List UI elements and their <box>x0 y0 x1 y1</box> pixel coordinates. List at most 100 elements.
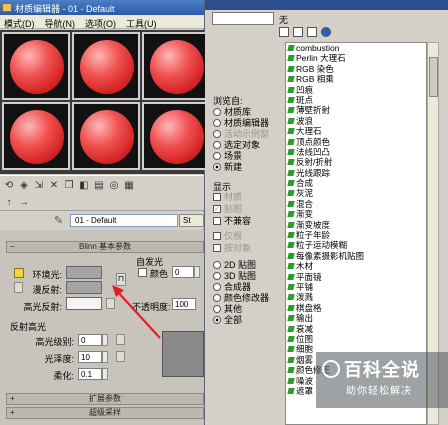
blinn-basic-params-rollout[interactable]: − Blinn 基本参数 <box>6 241 204 253</box>
map-list-item[interactable]: 平铺 <box>286 282 426 292</box>
radio-button[interactable] <box>213 304 221 313</box>
put-to-scene-icon[interactable]: ◈ <box>17 178 31 192</box>
material-slot[interactable] <box>142 32 210 100</box>
material-slot[interactable] <box>2 32 70 100</box>
view-list-icons-icon[interactable] <box>293 27 303 37</box>
checkbox[interactable] <box>213 216 221 225</box>
radio-button[interactable] <box>213 162 221 171</box>
get-material-icon[interactable]: ⟲ <box>2 178 16 192</box>
spinner-arrows[interactable] <box>102 368 108 380</box>
map-list-item[interactable]: 木材 <box>286 261 426 271</box>
map-list-item[interactable]: 泼溅 <box>286 292 426 302</box>
checkbox[interactable]: ✓ <box>213 204 221 213</box>
map-list-item[interactable]: combustion <box>286 43 426 53</box>
spec-level-spinner[interactable]: 0 <box>78 334 108 346</box>
map-list-item[interactable]: 法线凹凸 <box>286 147 426 157</box>
map-list-item[interactable]: 粒子年龄 <box>286 230 426 240</box>
map-list-item[interactable]: RGB 相乘 <box>286 74 426 84</box>
map-list-item[interactable]: 渐变 <box>286 209 426 219</box>
spinner-arrows[interactable] <box>194 266 200 278</box>
filter-option[interactable]: 按对象 <box>213 242 251 253</box>
map-list-item[interactable]: 位图 <box>286 334 426 344</box>
reset-map-icon[interactable]: ✕ <box>47 178 61 192</box>
glossiness-spinner[interactable]: 10 <box>78 351 108 363</box>
show-map-icon[interactable]: ▦ <box>122 178 136 192</box>
checkbox[interactable] <box>213 243 221 252</box>
radio-button[interactable] <box>213 118 221 127</box>
scrollbar-thumb[interactable] <box>429 57 438 97</box>
map-name-field[interactable] <box>212 12 274 25</box>
copy-material-icon[interactable]: ❐ <box>62 178 76 192</box>
map-list-item[interactable]: 渐变坡度 <box>286 220 426 230</box>
self-illum-color-checkbox[interactable] <box>138 268 147 277</box>
checkbox[interactable] <box>213 231 221 240</box>
make-unique-icon[interactable]: ◧ <box>77 178 91 192</box>
spinner-arrows[interactable] <box>102 351 108 363</box>
menu-utilities[interactable]: 工具(U) <box>122 15 163 29</box>
view-large-icons-icon[interactable] <box>321 27 331 37</box>
show-option[interactable]: 不兼容 <box>213 215 251 226</box>
put-to-library-icon[interactable]: ▤ <box>92 178 106 192</box>
diffuse-color-swatch[interactable] <box>66 281 102 294</box>
material-name-field[interactable]: 01 - Default <box>70 214 178 227</box>
ambient-color-swatch[interactable] <box>66 266 102 279</box>
radio-button[interactable] <box>213 260 221 269</box>
radio-button[interactable] <box>213 129 221 138</box>
view-list-icon[interactable] <box>279 27 289 37</box>
map-list-item[interactable]: 顶点颜色 <box>286 137 426 147</box>
map-list-item[interactable]: 混合 <box>286 199 426 209</box>
radio-button[interactable] <box>213 282 221 291</box>
radio-button[interactable] <box>213 151 221 160</box>
supersampling-rollout[interactable]: + 超级采样 <box>6 407 204 419</box>
radio-button[interactable] <box>213 293 221 302</box>
glossiness-map-button[interactable] <box>116 351 125 362</box>
menu-mode[interactable]: 模式(D) <box>0 15 41 29</box>
map-list-item[interactable]: 斑点 <box>286 95 426 105</box>
opacity-spinner[interactable]: 100 <box>172 298 196 310</box>
map-list-item[interactable]: 粒子运动模糊 <box>286 240 426 250</box>
map-list-item[interactable]: 凹痕 <box>286 85 426 95</box>
map-list-item[interactable]: 光线跟踪 <box>286 168 426 178</box>
material-slot[interactable] <box>72 102 140 170</box>
checkbox[interactable] <box>213 192 221 201</box>
map-list-item[interactable]: 反射/折射 <box>286 157 426 167</box>
self-illum-spinner[interactable]: 0 <box>172 266 200 278</box>
assign-material-icon[interactable]: ⇲ <box>32 178 46 192</box>
map-list-item[interactable]: 棋盘格 <box>286 303 426 313</box>
specular-map-button[interactable] <box>106 298 115 309</box>
map-list-item[interactable]: 平面镜 <box>286 272 426 282</box>
menu-options[interactable]: 选项(O) <box>81 15 122 29</box>
map-list-item[interactable]: 输出 <box>286 313 426 323</box>
spinner-arrows[interactable] <box>102 334 108 346</box>
map-list-item[interactable]: 波浪 <box>286 116 426 126</box>
map-list-item[interactable]: 大理石 <box>286 126 426 136</box>
map-list-item[interactable]: 灰泥 <box>286 188 426 198</box>
category-option[interactable]: 全部 <box>213 314 242 325</box>
map-list-item[interactable]: RGB 染色 <box>286 64 426 74</box>
material-id-icon[interactable]: ◎ <box>107 178 121 192</box>
material-type-button[interactable]: St <box>179 214 204 227</box>
eyedropper-icon[interactable]: ✎ <box>54 214 67 227</box>
browse-from-option[interactable]: 新建 <box>213 161 242 172</box>
go-forward-sibling-icon[interactable]: → <box>17 195 31 209</box>
specular-color-swatch[interactable] <box>66 297 102 310</box>
extended-params-rollout[interactable]: + 扩展参数 <box>6 393 204 405</box>
lock-icon[interactable]: ⊓ <box>116 273 126 286</box>
show-option[interactable]: 材质 <box>213 191 242 202</box>
spec-level-map-button[interactable] <box>116 334 125 345</box>
radio-button[interactable] <box>213 271 221 280</box>
radio-button[interactable] <box>213 315 221 324</box>
map-list-item[interactable]: 每像素摄影机贴图 <box>286 251 426 261</box>
filter-option[interactable]: 仅根 <box>213 230 242 241</box>
material-slot[interactable] <box>72 32 140 100</box>
view-small-icons-icon[interactable] <box>307 27 317 37</box>
radio-button[interactable] <box>213 107 221 116</box>
material-slot[interactable] <box>142 102 210 170</box>
material-slot[interactable] <box>2 102 70 170</box>
radio-button[interactable] <box>213 140 221 149</box>
soften-spinner[interactable]: 0.1 <box>78 368 108 380</box>
map-list-item[interactable]: 衰减 <box>286 324 426 334</box>
menu-navigation[interactable]: 导航(N) <box>41 15 82 29</box>
map-list-item[interactable]: Perlin 大理石 <box>286 53 426 63</box>
map-list-item[interactable]: 合成 <box>286 178 426 188</box>
